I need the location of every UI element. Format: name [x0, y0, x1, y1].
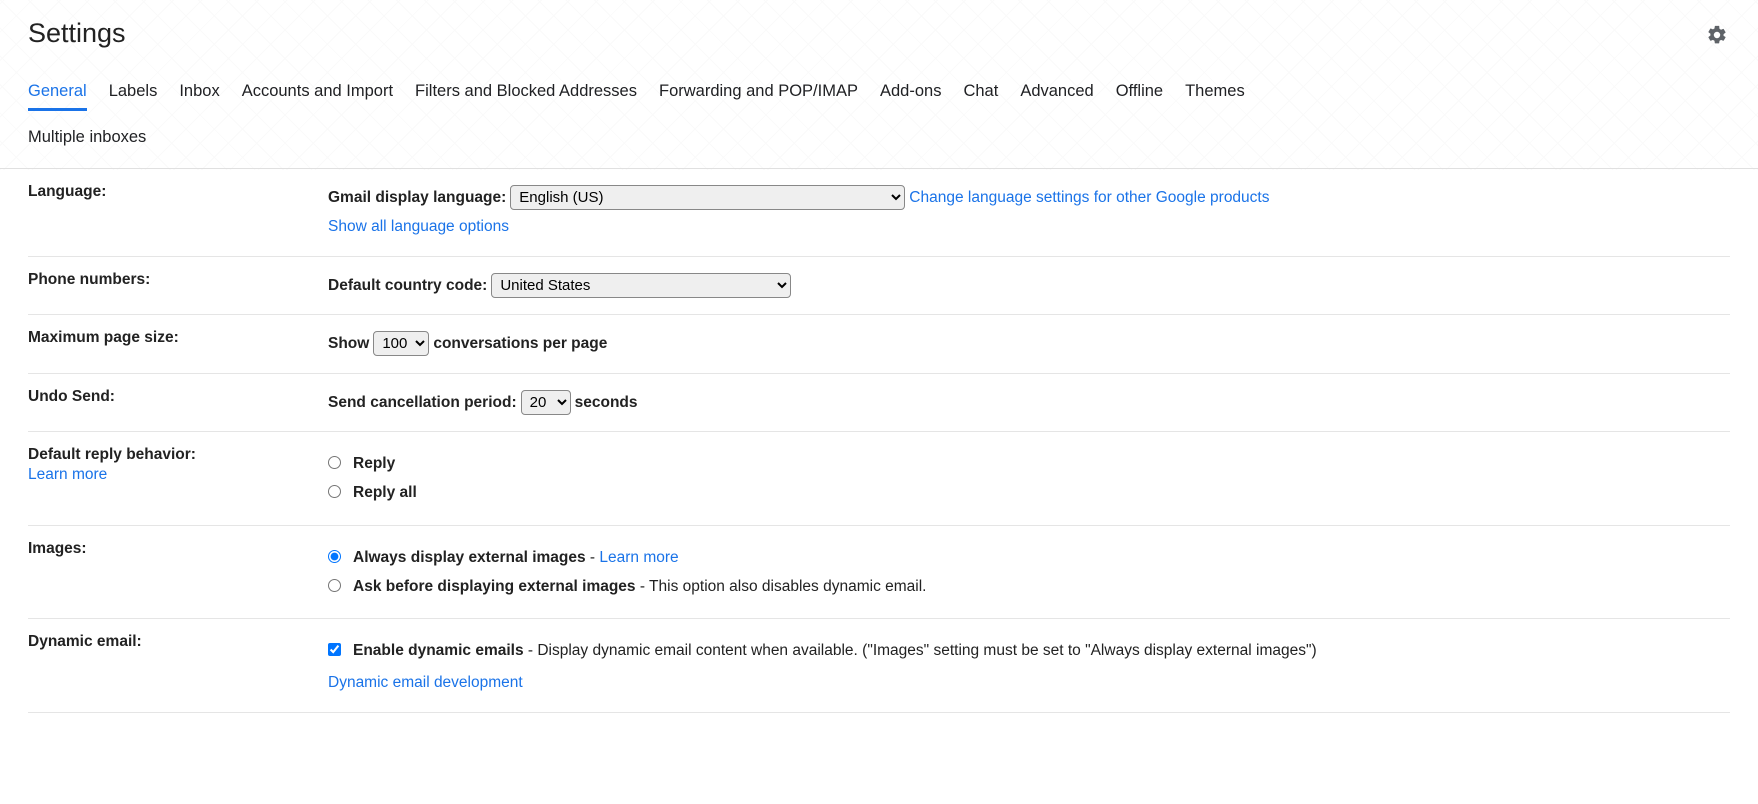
- setting-default-reply: Default reply behavior: Learn more Reply…: [28, 432, 1730, 526]
- images-always-label: Always display external images: [353, 549, 586, 566]
- tab-offline[interactable]: Offline: [1116, 75, 1163, 111]
- reply-option-reply-all[interactable]: Reply all: [328, 481, 1730, 504]
- tab-themes[interactable]: Themes: [1185, 75, 1245, 111]
- setting-label-reply: Default reply behavior:: [28, 446, 196, 463]
- setting-maximum-page-size: Maximum page size: Show 100 conversation…: [28, 315, 1730, 373]
- undo-period-select[interactable]: 20: [521, 390, 571, 415]
- tab-multiple-inboxes[interactable]: Multiple inboxes: [28, 121, 146, 157]
- dynamic-enable-label: Enable dynamic emails: [353, 642, 524, 659]
- setting-language: Language: Gmail display language: Englis…: [28, 169, 1730, 257]
- page-title: Settings: [28, 18, 126, 49]
- setting-label-images: Images:: [28, 540, 328, 558]
- images-sep1: -: [586, 549, 600, 566]
- setting-undo-send: Undo Send: Send cancellation period: 20 …: [28, 374, 1730, 432]
- tabs-row-2: Multiple inboxes: [28, 121, 1730, 167]
- language-select[interactable]: English (US): [510, 185, 905, 210]
- setting-phone-numbers: Phone numbers: Default country code: Uni…: [28, 257, 1730, 315]
- reply-learn-more-link[interactable]: Learn more: [28, 466, 318, 484]
- tabs-row-1: General Labels Inbox Accounts and Import Fil…: [28, 75, 1730, 111]
- tab-forwarding-and-pop-imap[interactable]: Forwarding and POP/IMAP: [659, 75, 858, 111]
- page-size-suffix: conversations per page: [433, 329, 607, 358]
- tab-filters-and-blocked-addresses[interactable]: Filters and Blocked Addresses: [415, 75, 637, 111]
- tab-inbox[interactable]: Inbox: [179, 75, 219, 111]
- dynamic-enable-desc: - Display dynamic email content when ava…: [524, 642, 1317, 659]
- tab-accounts-and-import[interactable]: Accounts and Import: [242, 75, 393, 111]
- images-radio-always[interactable]: [328, 550, 341, 563]
- change-language-other-products-link[interactable]: Change language settings for other Googl…: [909, 183, 1269, 212]
- reply-option-reply[interactable]: Reply: [328, 452, 1730, 475]
- page-size-select[interactable]: 100: [373, 331, 429, 356]
- gear-icon[interactable]: [1706, 18, 1738, 51]
- images-learn-more-link[interactable]: Learn more: [599, 549, 678, 566]
- reply-option-reply-label: Reply: [353, 452, 395, 475]
- reply-option-reply-all-label: Reply all: [353, 481, 417, 504]
- images-radio-ask[interactable]: [328, 579, 341, 592]
- images-ask-label: Ask before displaying external images: [353, 578, 636, 595]
- show-all-language-options-link[interactable]: Show all language options: [328, 212, 509, 241]
- undo-suffix: seconds: [575, 388, 638, 417]
- setting-label-language: Language:: [28, 183, 328, 201]
- undo-prefix: Send cancellation period:: [328, 388, 517, 417]
- setting-dynamic-email: Dynamic email: Enable dynamic emails - D…: [28, 619, 1730, 713]
- images-option-always[interactable]: Always display external images - Learn m…: [328, 546, 1730, 569]
- dynamic-enable-row[interactable]: Enable dynamic emails - Display dynamic …: [328, 639, 1730, 662]
- gmail-display-language-label: Gmail display language:: [328, 183, 506, 212]
- tab-chat[interactable]: Chat: [963, 75, 998, 111]
- tab-add-ons[interactable]: Add-ons: [880, 75, 941, 111]
- setting-images: Images: Always display external images -…: [28, 526, 1730, 620]
- dynamic-email-development-link[interactable]: Dynamic email development: [328, 668, 523, 697]
- page-size-prefix: Show: [328, 329, 369, 358]
- images-ask-desc: - This option also disables dynamic emai…: [636, 578, 927, 595]
- setting-label-phone: Phone numbers:: [28, 271, 328, 289]
- reply-radio-reply-all[interactable]: [328, 485, 341, 498]
- tab-general[interactable]: General: [28, 75, 87, 111]
- country-code-select[interactable]: United States: [491, 273, 791, 298]
- default-country-code-label: Default country code:: [328, 271, 487, 300]
- setting-label-undo: Undo Send:: [28, 388, 328, 406]
- setting-label-page-size: Maximum page size:: [28, 329, 328, 347]
- dynamic-enable-checkbox[interactable]: [328, 643, 341, 656]
- images-option-ask[interactable]: Ask before displaying external images - …: [328, 575, 1730, 598]
- tab-labels[interactable]: Labels: [109, 75, 158, 111]
- reply-radio-reply[interactable]: [328, 456, 341, 469]
- tab-advanced[interactable]: Advanced: [1020, 75, 1093, 111]
- setting-label-dynamic: Dynamic email:: [28, 633, 328, 651]
